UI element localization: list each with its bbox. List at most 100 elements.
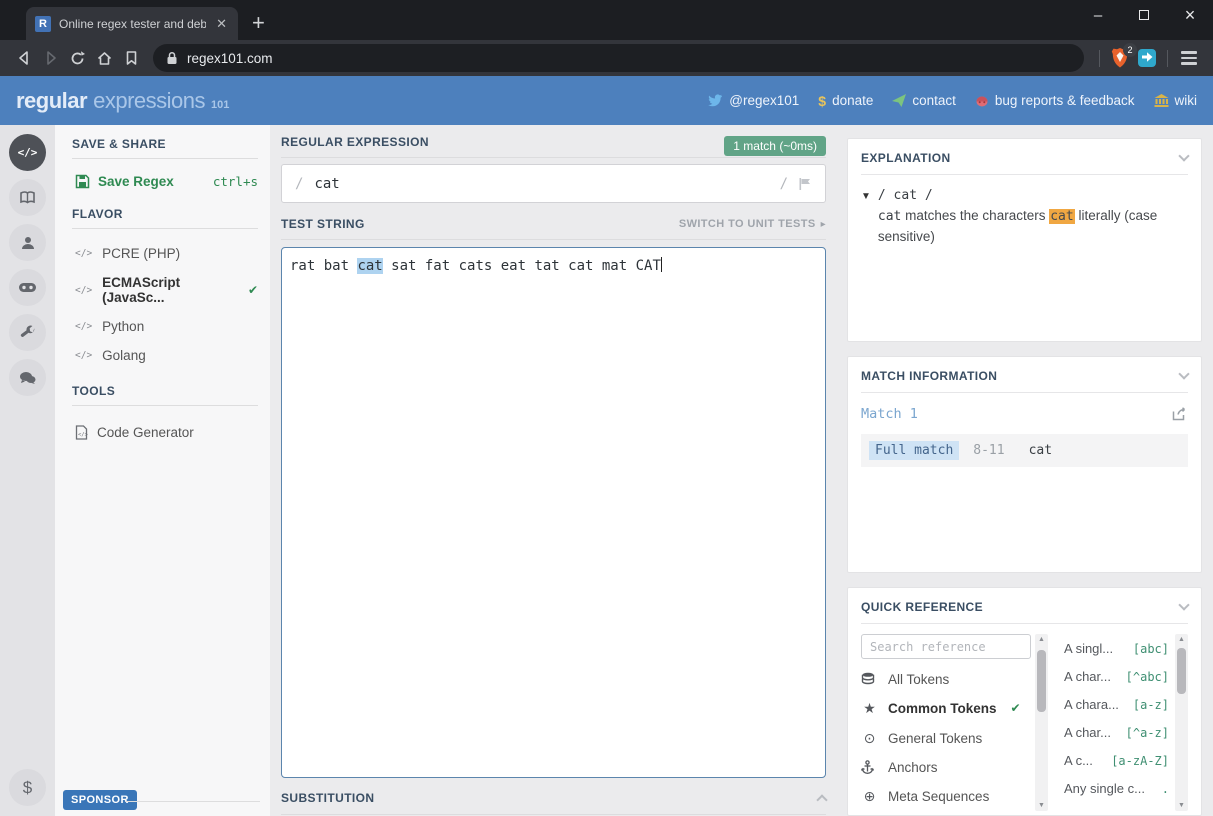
check-icon: ✔ (247, 283, 258, 297)
tree-expand-icon[interactable]: ▼ (861, 191, 871, 246)
browser-titlebar: R Online regex tester and debugger: ✕ + … (0, 0, 1213, 40)
test-string-input[interactable]: rat bat cat sat fat cats eat tat cat mat… (281, 247, 826, 778)
dollar-icon: $ (22, 777, 33, 797)
reference-label: A char... (1064, 668, 1111, 684)
svg-text:</>: </> (78, 432, 88, 438)
switch-label: SWITCH TO UNIT TESTS (678, 218, 816, 230)
link-bug-reports[interactable]: bug reports & feedback (975, 93, 1135, 108)
anchor-icon (861, 760, 878, 774)
scroll-up-icon[interactable]: ▲ (1175, 636, 1188, 643)
regex-flags-button[interactable] (798, 177, 812, 191)
link-donate[interactable]: $ donate (818, 93, 873, 109)
token-list-scrollbar[interactable]: ▲ ▼ (1035, 634, 1048, 811)
chevron-up-icon[interactable] (816, 794, 828, 806)
database-icon (861, 672, 878, 686)
browser-tab[interactable]: R Online regex tester and debugger: ✕ (26, 7, 238, 40)
code-icon: </> (17, 146, 38, 159)
back-icon (18, 51, 28, 65)
scroll-down-icon[interactable]: ▼ (1175, 802, 1188, 809)
window-close-button[interactable]: × (1167, 0, 1213, 30)
sidebar: SAVE & SHARE Save Regex ctrl+s FLAVOR </… (55, 125, 270, 816)
token-category-label: General Tokens (888, 730, 983, 746)
lock-icon (167, 51, 177, 64)
reference-code: [^a-z] (1125, 725, 1169, 740)
link-label: contact (912, 93, 956, 108)
token-category-anchors[interactable]: Anchors (861, 753, 1031, 781)
link-twitter[interactable]: @regex101 (708, 93, 799, 108)
scrollbar-thumb[interactable] (1037, 650, 1046, 712)
nav-feedback[interactable] (9, 359, 46, 396)
token-category-all-tokens[interactable]: All Tokens (861, 665, 1031, 693)
chevron-down-icon[interactable] (1178, 150, 1190, 162)
reference-item[interactable]: A chara... [a-z] (1064, 690, 1169, 718)
nav-regex-tester[interactable]: </> (9, 134, 46, 171)
tab-close-icon[interactable]: ✕ (214, 16, 229, 32)
reload-button[interactable] (64, 45, 91, 72)
bookmark-icon (126, 51, 137, 65)
regex-open-delimiter: / (295, 175, 304, 192)
explanation-panel: EXPLANATION ▼ / cat / cat matches the ch… (847, 138, 1202, 343)
arrow-right-icon: ▸ (820, 218, 826, 230)
flavor-item-ecmascript[interactable]: </> ECMAScript (JavaSc... ✔ (72, 268, 258, 312)
nav-community[interactable] (9, 269, 46, 306)
right-column: EXPLANATION ▼ / cat / cat matches the ch… (847, 125, 1213, 816)
nav-settings[interactable] (9, 314, 46, 351)
chevron-down-icon[interactable] (1178, 368, 1190, 380)
url-bar[interactable]: regex101.com (153, 44, 1084, 72)
reference-item[interactable]: A singl... [abc] (1064, 634, 1169, 662)
token-category-meta-sequences[interactable]: ⊕ Meta Sequences (861, 781, 1031, 811)
token-category-general-tokens[interactable]: ⊙ General Tokens (861, 723, 1031, 753)
reference-item[interactable]: A char... [^a-z] (1064, 718, 1169, 746)
export-matches-button[interactable] (1172, 407, 1188, 421)
full-match-badge: Full match (869, 441, 960, 461)
save-regex-button[interactable]: Save Regex ctrl+s (72, 159, 258, 207)
tool-item-code-generator[interactable]: </> Code Generator (72, 418, 258, 447)
window-maximize-button[interactable] (1121, 0, 1167, 30)
window-minimize-button[interactable]: – (1075, 0, 1121, 30)
link-contact[interactable]: contact (892, 93, 956, 108)
home-button[interactable] (91, 45, 118, 72)
contact-icon (892, 94, 907, 107)
reference-list-scrollbar[interactable]: ▲ ▼ (1175, 634, 1188, 811)
reference-item[interactable]: A char... [^abc] (1064, 662, 1169, 690)
save-share-title: SAVE & SHARE (72, 137, 258, 159)
reference-item[interactable]: Any single c... . (1064, 774, 1169, 802)
test-string-after: sat fat cats eat tat cat mat CAT (382, 258, 661, 274)
reference-label: A c... (1064, 752, 1093, 768)
nav-library[interactable] (9, 179, 46, 216)
regex-input[interactable]: / cat / (281, 164, 826, 203)
reference-code: [a-z] (1132, 697, 1169, 712)
bookmarks-button[interactable] (118, 45, 145, 72)
test-string-title: TEST STRING (281, 217, 365, 231)
flavor-label: ECMAScript (JavaSc... (102, 275, 181, 305)
text-caret (660, 257, 662, 272)
sponsor-badge[interactable]: SPONSOR (63, 790, 137, 810)
extension-button[interactable] (1133, 45, 1160, 72)
extension-icon (1137, 49, 1156, 67)
flavor-item-golang[interactable]: </> Golang (72, 341, 258, 370)
reference-search-input[interactable] (861, 634, 1031, 659)
maximize-icon (1139, 10, 1149, 20)
scrollbar-thumb[interactable] (1177, 648, 1186, 694)
logo-regular: regular (16, 87, 88, 113)
chevron-down-icon[interactable] (1178, 599, 1190, 611)
reference-item[interactable]: A c... [a-zA-Z] (1064, 746, 1169, 774)
check-icon: ✔ (1010, 701, 1021, 715)
token-category-common-tokens[interactable]: ★ Common Tokens ✔ (861, 693, 1031, 723)
scroll-down-icon[interactable]: ▼ (1035, 802, 1048, 809)
back-button[interactable] (10, 45, 37, 72)
new-tab-button[interactable]: + (252, 12, 265, 34)
forward-button[interactable] (37, 45, 64, 72)
browser-menu-button[interactable] (1175, 51, 1203, 65)
regex-close-delimiter: / (779, 175, 788, 192)
site-logo[interactable]: regular expressions 101 (16, 88, 229, 114)
link-wiki[interactable]: wiki (1154, 93, 1197, 108)
scroll-up-icon[interactable]: ▲ (1035, 636, 1048, 643)
nav-account[interactable] (9, 224, 46, 261)
flavor-item-pcre[interactable]: </> PCRE (PHP) (72, 239, 258, 268)
forward-icon (46, 51, 56, 65)
brave-shield-button[interactable]: 2 (1107, 43, 1137, 71)
nav-donate[interactable]: $ (9, 769, 46, 806)
flavor-item-python[interactable]: </> Python (72, 312, 258, 341)
switch-to-unit-tests-button[interactable]: SWITCH TO UNIT TESTS ▸ (679, 218, 826, 230)
